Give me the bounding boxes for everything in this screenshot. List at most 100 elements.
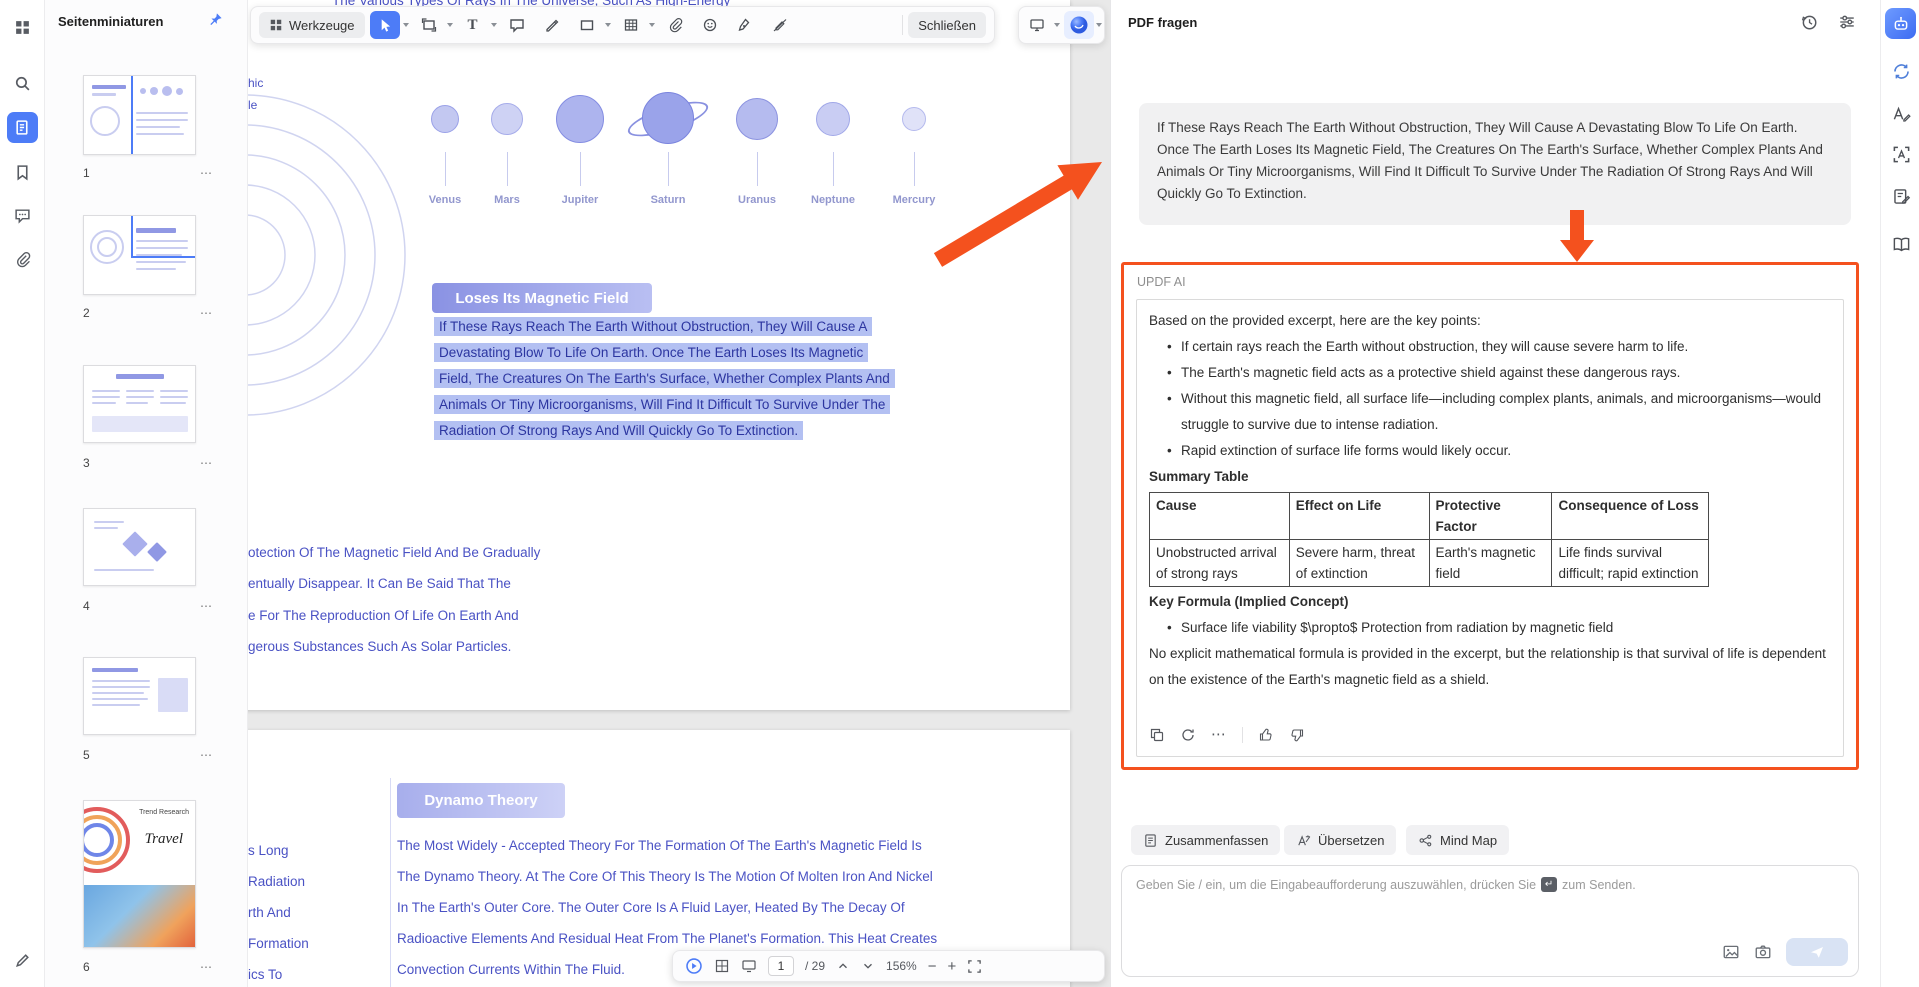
- page-number-input[interactable]: [768, 956, 794, 976]
- next-page-icon[interactable]: [861, 959, 875, 973]
- page-thumbnail-1[interactable]: [83, 75, 196, 155]
- monitor-icon: [1029, 19, 1044, 32]
- table-header: Cause: [1149, 492, 1290, 540]
- highlighter-tool[interactable]: [537, 11, 567, 39]
- thumbnail-menu-icon[interactable]: ⋯: [200, 748, 213, 762]
- bull-marker: [1167, 438, 1181, 464]
- cursor-icon: [381, 18, 391, 32]
- thumbnail-menu-icon[interactable]: ⋯: [200, 166, 213, 180]
- table-header: Consequence of Loss: [1551, 492, 1709, 540]
- table-tool-caret[interactable]: [648, 23, 655, 27]
- updf-app: Seitenminiaturen 1 ⋯ 2 ⋯ 3 ⋯ 4 ⋯ 5 ⋯ Tre…: [0, 0, 1919, 987]
- thumbnail-view-icon[interactable]: [714, 958, 730, 974]
- attachment-icon[interactable]: [7, 244, 38, 275]
- updf-ai-tool[interactable]: [1063, 11, 1094, 39]
- select-tool-caret[interactable]: [402, 23, 409, 27]
- send-button[interactable]: [1786, 938, 1848, 966]
- paperclip-icon: [669, 18, 682, 33]
- reader-mode-icon[interactable]: [1890, 233, 1912, 255]
- translate-icon: [1298, 834, 1311, 845]
- shape-tool-caret[interactable]: [604, 23, 611, 27]
- planet-label: Venus: [428, 194, 462, 206]
- comments-icon[interactable]: [7, 200, 38, 231]
- thumbs-down-icon[interactable]: [1289, 727, 1305, 743]
- page-thumbnail-3[interactable]: [83, 365, 196, 443]
- screen-view-caret[interactable]: [1053, 23, 1060, 27]
- updf-ai-sidebar-button[interactable]: [1885, 8, 1916, 39]
- table-tool[interactable]: [616, 11, 646, 39]
- mind-map-button[interactable]: Mind Map: [1406, 825, 1510, 855]
- tools-button[interactable]: Werkzeuge: [259, 12, 365, 38]
- regenerate-icon[interactable]: [1180, 727, 1196, 743]
- settings-sliders-icon[interactable]: [1838, 13, 1856, 31]
- page-thumbnail-2[interactable]: [83, 215, 196, 295]
- snapshot-caret[interactable]: [446, 23, 453, 27]
- bookmark-icon[interactable]: [7, 157, 38, 188]
- table-header: Protective Factor: [1428, 492, 1553, 540]
- page-thumbnail-6[interactable]: Trend Research Travel: [83, 800, 196, 948]
- presentation-icon[interactable]: [741, 958, 757, 974]
- eraser-pen-tool[interactable]: [765, 11, 795, 39]
- add-image-icon[interactable]: [1722, 943, 1740, 961]
- pdf-text-fragment: rth And: [248, 905, 291, 920]
- text-tool-caret[interactable]: [490, 23, 497, 27]
- copy-icon[interactable]: [1149, 727, 1165, 743]
- stylus-icon[interactable]: [7, 945, 38, 976]
- thumbnail-menu-icon[interactable]: ⋯: [200, 306, 213, 320]
- prompt-input[interactable]: Geben Sie / ein, um die Eingabeaufforder…: [1121, 865, 1859, 977]
- snapshot-tool[interactable]: [414, 11, 444, 39]
- updf-ai-caret[interactable]: [1095, 23, 1102, 27]
- auto-scroll-icon[interactable]: [685, 957, 703, 975]
- screen-view-tool[interactable]: [1022, 11, 1052, 39]
- thumbnail-menu-icon[interactable]: ⋯: [200, 960, 213, 974]
- ai-sync-icon[interactable]: [1890, 60, 1912, 82]
- close-button[interactable]: Schließen: [908, 12, 986, 38]
- select-tool[interactable]: [369, 11, 400, 39]
- thumbnail-menu-icon[interactable]: ⋯: [200, 599, 213, 613]
- pin-icon[interactable]: [208, 12, 223, 27]
- page-thumbnails-icon[interactable]: [7, 112, 38, 143]
- zoom-level[interactable]: 156%: [886, 959, 917, 973]
- previous-page-icon[interactable]: [836, 959, 850, 973]
- page-thumbnail-5[interactable]: [83, 657, 196, 735]
- thumbnail-menu-icon[interactable]: ⋯: [200, 456, 213, 470]
- page-number: 2: [83, 306, 90, 320]
- planet-mars: [491, 103, 523, 135]
- sticker-tool[interactable]: [695, 11, 725, 39]
- page-thumbnail-4[interactable]: [83, 508, 196, 586]
- more-options-icon[interactable]: ⋯: [1211, 722, 1227, 748]
- table-cell: Life finds survival difficult; rapid ext…: [1551, 539, 1709, 587]
- summarize-button[interactable]: Zusammenfassen: [1131, 825, 1281, 855]
- page-number: 5: [83, 748, 90, 762]
- tools-grid-icon: [270, 19, 282, 31]
- highlighted-text: If These Rays Reach The Earth Without Ob…: [434, 317, 895, 447]
- pdf-page-1: The Various Types Of Rays In The Univers…: [248, 0, 1070, 710]
- zoom-out-button[interactable]: −: [928, 959, 937, 974]
- thumbs-up-icon[interactable]: [1258, 727, 1274, 743]
- page-number: 4: [83, 599, 90, 613]
- zoom-in-button[interactable]: +: [947, 959, 956, 974]
- search-icon[interactable]: [7, 68, 38, 99]
- history-icon[interactable]: [1800, 13, 1818, 31]
- ai-rewrite-icon[interactable]: [1890, 103, 1912, 125]
- table-cell: Earth's magnetic field: [1428, 539, 1553, 587]
- comment-tool[interactable]: [502, 11, 532, 39]
- apps-grid-icon[interactable]: [7, 12, 38, 43]
- translate-button[interactable]: Übersetzen: [1284, 825, 1397, 855]
- fit-page-icon[interactable]: [967, 959, 982, 974]
- section-heading: Dynamo Theory: [397, 783, 565, 818]
- ocr-icon[interactable]: [1890, 143, 1912, 165]
- page-number: 3: [83, 456, 90, 470]
- planet-label: Mercury: [892, 194, 936, 206]
- planet-neptune: [816, 102, 850, 136]
- shape-tool[interactable]: [572, 11, 602, 39]
- table-cell: Severe harm, threat of extinction: [1288, 539, 1430, 587]
- text-tool[interactable]: T: [458, 11, 488, 39]
- signature-tool[interactable]: [730, 11, 760, 39]
- smiley-icon: [703, 18, 716, 32]
- form-fill-icon[interactable]: [1890, 185, 1912, 207]
- attach-tool[interactable]: [660, 11, 690, 39]
- screenshot-icon[interactable]: [1754, 943, 1772, 961]
- ai-bullet: Rapid extinction of surface life forms w…: [1181, 443, 1512, 458]
- planet-saturn: [642, 92, 694, 144]
